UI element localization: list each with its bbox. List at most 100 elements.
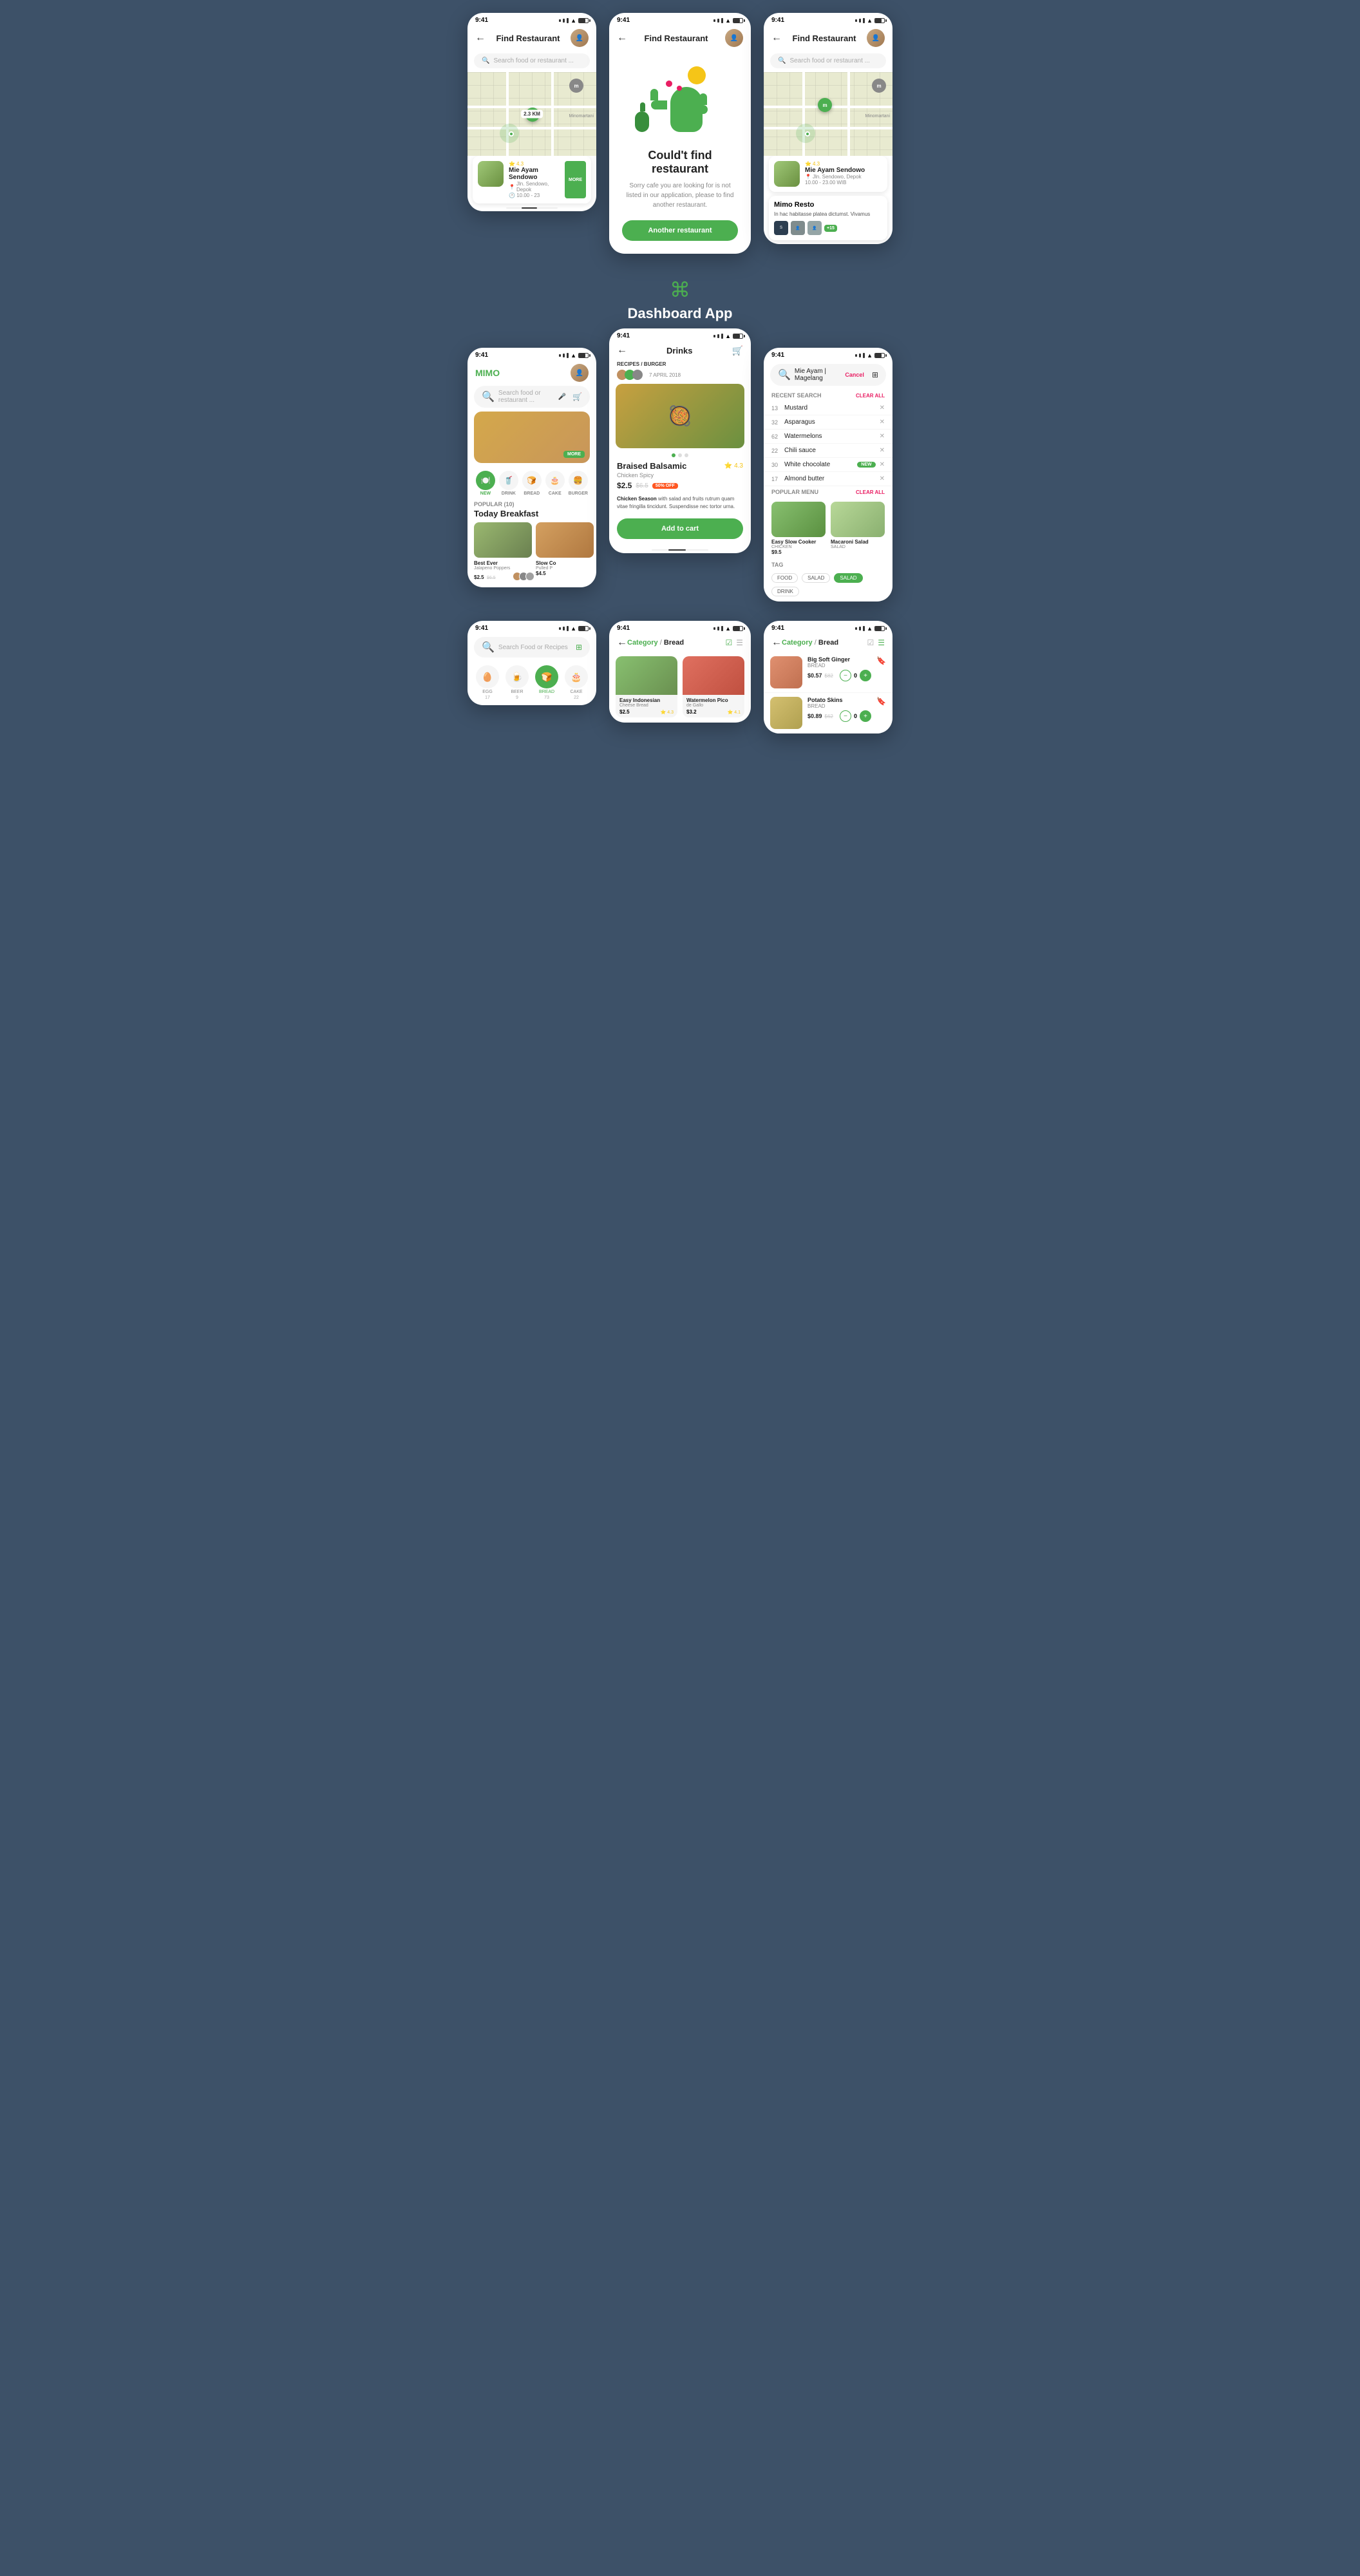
remove-icon-2[interactable]: ✕: [880, 419, 885, 426]
battery-1: [578, 18, 589, 23]
search-bar-1[interactable]: 🔍 Search food or restaurant ...: [474, 53, 590, 68]
bottom-row: 9:41 ▲ 🔍 Search Food or Recipes ⊞ 🥚 EGG: [422, 621, 938, 734]
remove-icon-3[interactable]: ✕: [880, 433, 885, 440]
food-grid-name-1: Easy Indonesian: [619, 697, 674, 703]
stepper-minus-1[interactable]: −: [840, 670, 851, 681]
search-result-5[interactable]: 30 White chocolate NEW ✕: [764, 458, 892, 472]
avatar-1[interactable]: 👤: [571, 29, 589, 47]
time-3: 9:41: [771, 17, 784, 24]
dot-2: [678, 453, 682, 457]
back-button-1[interactable]: ←: [475, 32, 486, 44]
cat-drink[interactable]: 🥤 DRINK: [499, 471, 518, 496]
back-button-nf[interactable]: ←: [617, 32, 627, 44]
cat-bread[interactable]: 🍞 BREAD: [522, 471, 542, 496]
mic-icon-mimo[interactable]: 🎤: [558, 393, 566, 401]
no-result-body: Could't find restaurant Sorry cafe you a…: [609, 51, 751, 254]
bookmark-icon-2[interactable]: 🔖: [876, 697, 886, 729]
remove-icon-6[interactable]: ✕: [880, 475, 885, 482]
cat-cake[interactable]: 🎂 CAKE: [545, 471, 565, 496]
search-active-bar[interactable]: 🔍 Mie Ayam | Magelang Cancel ⊞: [770, 364, 886, 386]
clear-all-recent[interactable]: CLEAR ALL: [856, 393, 885, 399]
restaurant-card-1[interactable]: ⭐ 4.3 Mie Ayam Sendowo 📍 Jln. Sendowo, D…: [473, 156, 591, 204]
back-button-drinks[interactable]: ←: [617, 345, 627, 356]
bookmark-icon-1[interactable]: 🔖: [876, 656, 886, 688]
popular-item-2[interactable]: Macaroni Salad SALAD: [831, 502, 885, 555]
recipe-search-bar[interactable]: 🔍 Search Food or Recipes ⊞: [474, 637, 590, 658]
stepper-minus-2[interactable]: −: [840, 710, 851, 722]
banner-card-mimo[interactable]: MORE: [474, 412, 590, 463]
back-button-catl[interactable]: ←: [771, 637, 782, 649]
grid-view-icon[interactable]: ☑: [725, 638, 732, 647]
cactus-ball-2: [677, 86, 682, 91]
cat-burger[interactable]: 🍔 BURGER: [569, 471, 588, 496]
popular-menu-header: POPULAR MENU CLEAR ALL: [764, 486, 892, 498]
rating-1: ⭐ 4.3: [509, 161, 560, 167]
stepper-plus-2[interactable]: +: [860, 710, 871, 722]
restaurant-card-3[interactable]: ⭐ 4.3 Mie Ayam Sendowo 📍 Jln. Sendowo, D…: [769, 156, 887, 192]
mimo-avatar[interactable]: 👤: [571, 364, 589, 382]
tag-salad2[interactable]: SALAD: [834, 573, 862, 583]
food-grid-item-1[interactable]: Easy Indonesian Cheese Bread $2.5 ⭐ 4.3: [616, 656, 677, 717]
time-drinks: 9:41: [617, 332, 630, 339]
tag-salad1[interactable]: SALAD: [802, 573, 830, 583]
search-icon-active: 🔍: [778, 368, 791, 381]
clear-all-popular[interactable]: CLEAR ALL: [856, 489, 885, 495]
list-view-icon-l[interactable]: ☰: [878, 638, 885, 647]
avatar-3[interactable]: 👤: [867, 29, 885, 47]
food-grid: Easy Indonesian Cheese Bread $2.5 ⭐ 4.3 …: [609, 652, 751, 723]
back-button-3[interactable]: ←: [771, 32, 782, 44]
list-food-item-1[interactable]: Big Soft Ginger BREAD $0.57 $82 − 0 + 🔖: [764, 652, 892, 693]
food-card-1[interactable]: Best Ever Jalapeno Poppers $2.5 $6.5: [474, 522, 532, 582]
recipe-cat-beer[interactable]: 🍺 BEER 9: [505, 665, 529, 700]
recipe-cat-egg[interactable]: 🥚 EGG 17: [476, 665, 499, 700]
settings-icon-recipe[interactable]: ⊞: [576, 643, 582, 652]
cat-new[interactable]: 🍽️ NEW: [476, 471, 495, 496]
popular-menu-label: POPULAR MENU: [771, 489, 818, 495]
list-food-img-1: [770, 656, 802, 688]
more-btn-1[interactable]: MORE: [565, 161, 586, 198]
list-price-1: $0.57: [808, 672, 822, 679]
top-row: 9:41 ▲ ← Find Restaurant 👤 🔍 Search food…: [422, 13, 938, 254]
cactus-ball-1: [666, 80, 672, 87]
another-restaurant-btn[interactable]: Another restaurant: [622, 220, 738, 241]
rest-info-1: ⭐ 4.3 Mie Ayam Sendowo 📍 Jln. Sendowo, D…: [509, 161, 560, 198]
mimo-header: MIMO 👤: [468, 361, 596, 386]
banner-more-btn[interactable]: MORE: [563, 451, 585, 458]
list-food-item-2[interactable]: Potato Skins BREAD $0.89 $62 − 0 + 🔖: [764, 693, 892, 734]
tags-row: FOOD SALAD SALAD DRINK: [764, 571, 892, 601]
tag-food[interactable]: FOOD: [771, 573, 798, 583]
list-view-icon[interactable]: ☰: [736, 638, 743, 647]
map-road-h4: [764, 127, 892, 129]
cancel-btn[interactable]: Cancel: [845, 372, 864, 378]
tag-drink[interactable]: DRINK: [771, 587, 799, 596]
recipe-cat-bread[interactable]: 🍞 BREAD 73: [535, 665, 558, 700]
status-bar-recipe: 9:41 ▲: [468, 621, 596, 634]
search-result-1[interactable]: 13 Mustard ✕: [764, 401, 892, 415]
search-result-2[interactable]: 32 Asparagus ✕: [764, 415, 892, 430]
search-bar-mimo[interactable]: 🔍 Search food or restaurant ... 🎤 🛒: [474, 386, 590, 408]
recipe-cat-cake[interactable]: 🎂 CAKE 22: [565, 665, 588, 700]
add-to-cart-btn[interactable]: Add to cart: [617, 518, 743, 539]
cat-label-cake: CAKE: [549, 491, 562, 496]
cactus-arm-left-up: [650, 89, 658, 100]
popular-item-1[interactable]: Easy Slow Cooker CHICKEN $9.5: [771, 502, 826, 555]
map-marker-gray-1: m: [569, 79, 583, 93]
search-result-4[interactable]: 22 Chili sauce ✕: [764, 444, 892, 458]
grid-view-icon-l[interactable]: ☑: [867, 638, 874, 647]
back-button-catg[interactable]: ←: [617, 637, 627, 649]
remove-icon-5[interactable]: ✕: [880, 461, 885, 468]
grid-icon[interactable]: ⊞: [872, 370, 878, 379]
food-card-2[interactable]: Slow Co Pulled P $4.5: [536, 522, 594, 582]
search-result-6[interactable]: 17 Almond butter ✕: [764, 472, 892, 486]
sb-r1: [559, 627, 561, 630]
food-grid-price-row-2: $3.2 ⭐ 4.1: [686, 709, 741, 715]
cart-icon-mimo[interactable]: 🛒: [572, 392, 582, 401]
remove-icon-4[interactable]: ✕: [880, 447, 885, 454]
remove-icon-1[interactable]: ✕: [880, 404, 885, 412]
food-grid-item-2[interactable]: Watermelon Pico de Gallo $3.2 ⭐ 4.1: [683, 656, 744, 717]
search-bar-3[interactable]: 🔍 Search food or restaurant ...: [770, 53, 886, 68]
stepper-plus-1[interactable]: +: [860, 670, 871, 681]
avatar-nf[interactable]: 👤: [725, 29, 743, 47]
search-result-3[interactable]: 62 Watermelons ✕: [764, 430, 892, 444]
cart-icon-drinks[interactable]: 🛒: [732, 345, 743, 356]
